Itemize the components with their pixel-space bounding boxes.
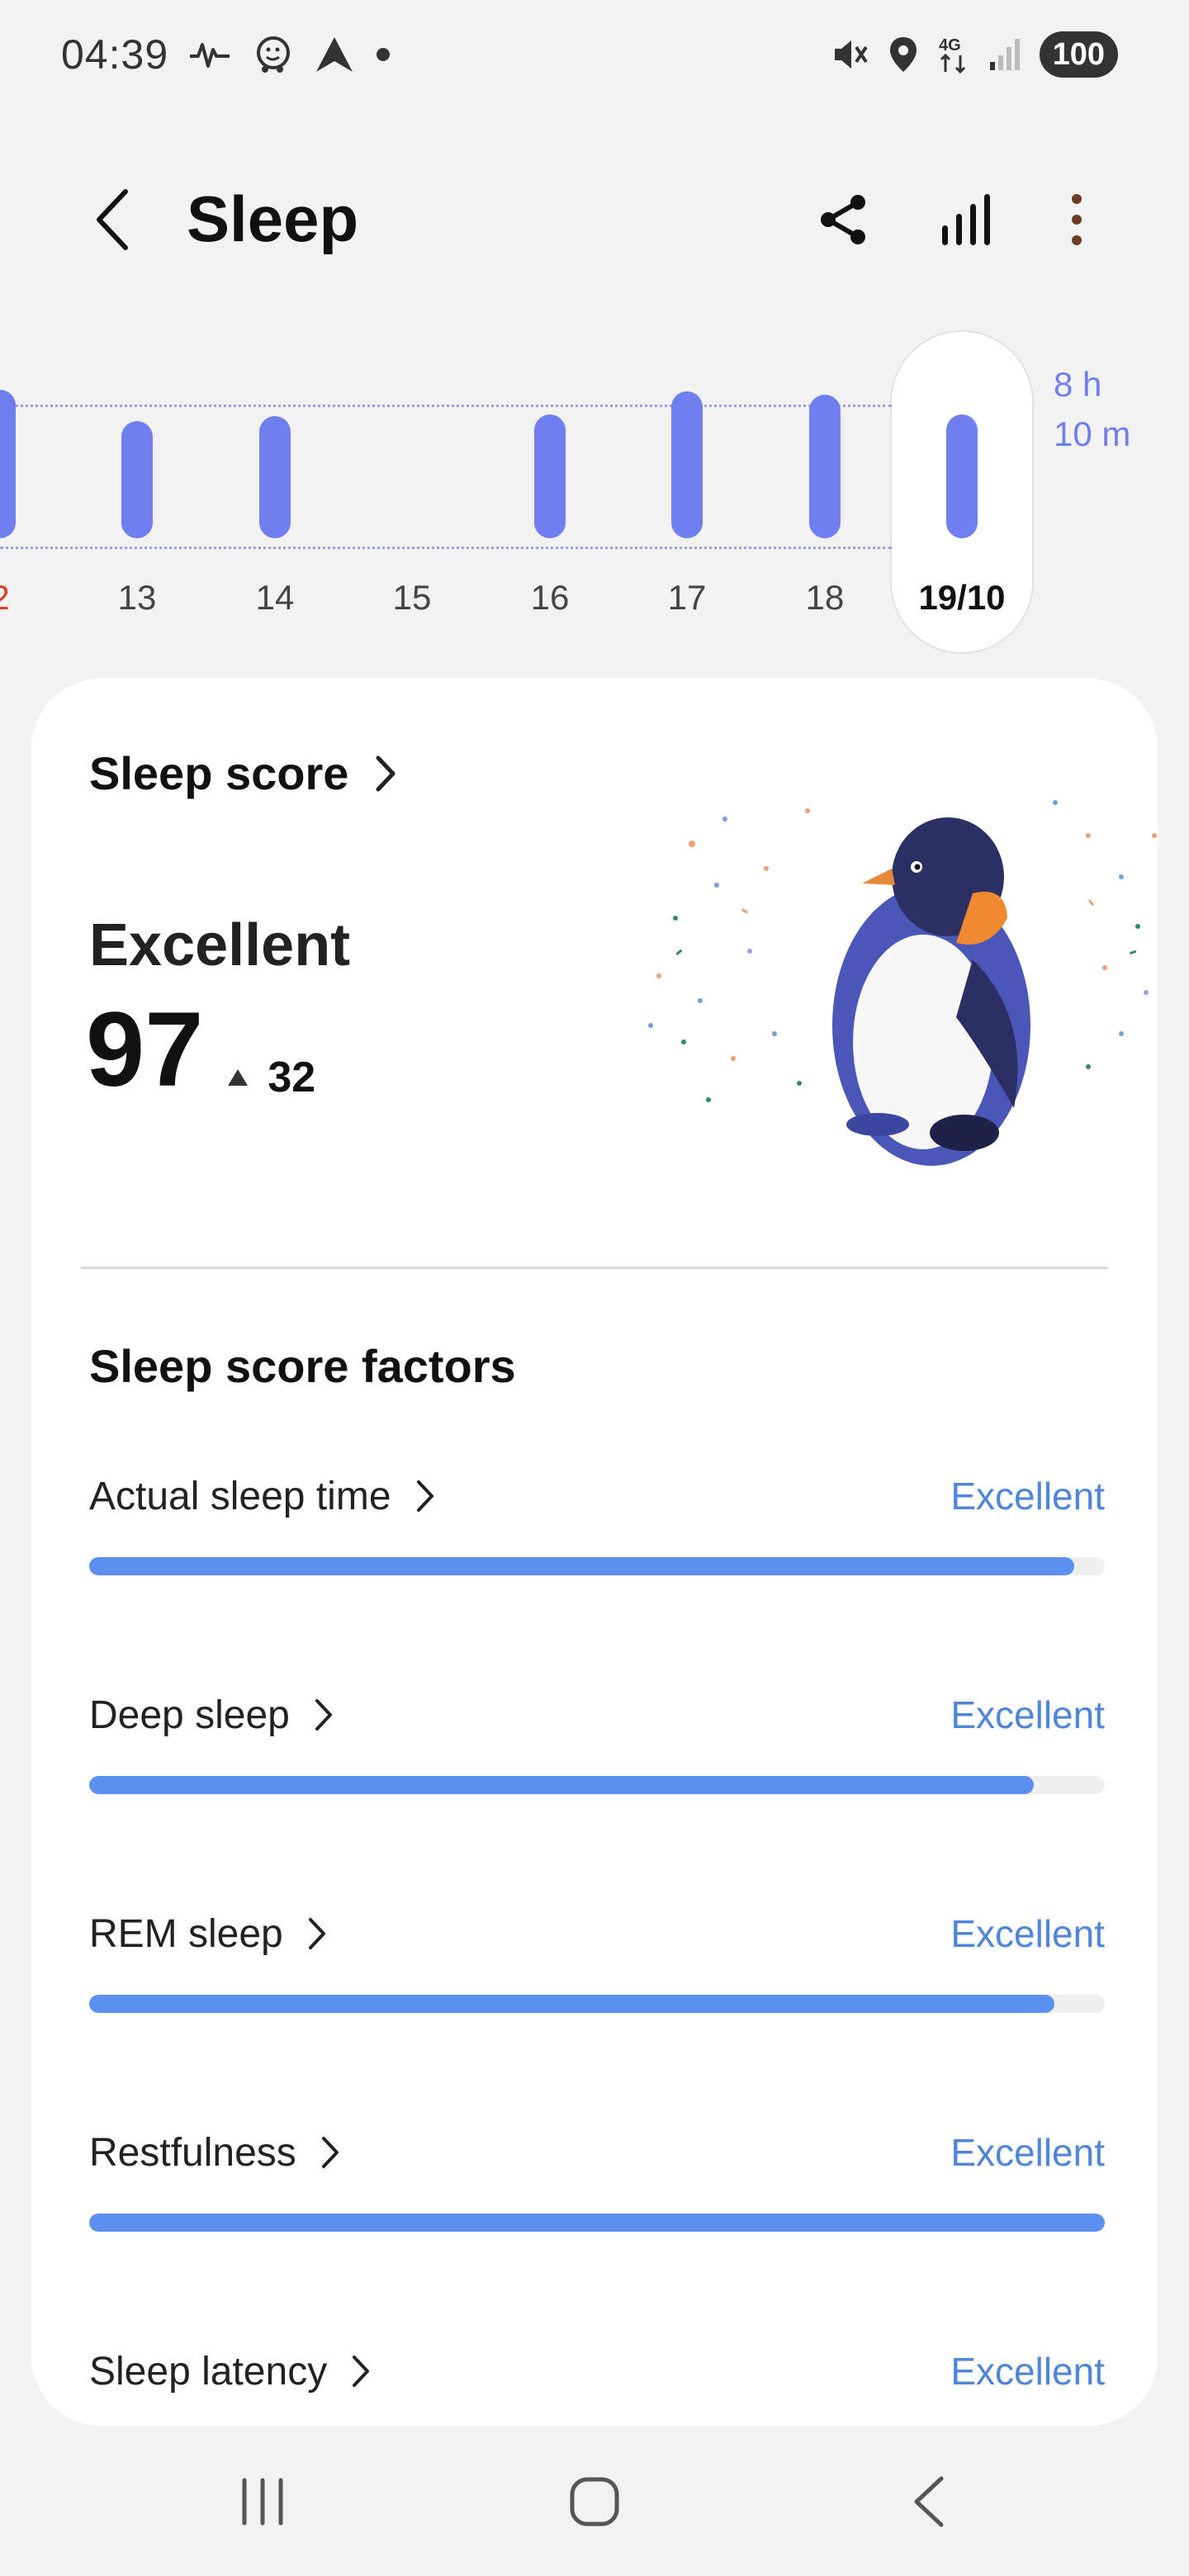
factor-deep-sleep[interactable]: Deep sleep Excellent: [89, 1690, 1105, 1794]
factor-restfulness[interactable]: Restfulness Excellent: [89, 2128, 1105, 2232]
factor-progress-fill: [89, 1776, 1034, 1794]
sleep-bar-19[interactable]: [946, 414, 978, 538]
status-right: 4G 100: [831, 31, 1118, 78]
chevron-right-icon: [353, 2356, 370, 2387]
sleep-bar-16[interactable]: [534, 414, 566, 538]
sleep-score-card: Sleep score Excellent 97 32 Sleep score …: [31, 679, 1158, 2426]
chart-baseline: [0, 547, 892, 549]
home-button[interactable]: [537, 2460, 652, 2543]
duration-minutes: 10 m: [1054, 414, 1131, 453]
system-nav-bar: [0, 2427, 1189, 2576]
battery-indicator: 100: [1039, 31, 1118, 78]
app-header: Sleep: [0, 149, 1189, 289]
svg-text:4G: 4G: [939, 36, 961, 54]
recent-apps-icon: [242, 2478, 283, 2526]
home-icon: [570, 2477, 619, 2526]
share-button[interactable]: [803, 178, 885, 261]
factor-label: REM sleep: [89, 1911, 283, 1956]
score-row: 97 32: [86, 992, 315, 1108]
sleep-score-title: Sleep score: [89, 747, 349, 799]
day-label[interactable]: 17: [637, 578, 737, 618]
nav-back-button[interactable]: [870, 2460, 986, 2543]
score-value: 97: [86, 991, 204, 1109]
sleep-bar-13[interactable]: [121, 421, 153, 538]
status-bar: 04:39 4G 100: [0, 0, 1189, 109]
chevron-right-icon: [416, 1480, 433, 1512]
sleep-bar-2[interactable]: [0, 390, 16, 538]
sleep-score-link[interactable]: Sleep score: [89, 746, 396, 800]
factor-progress-fill: [89, 1557, 1075, 1575]
factor-label: Actual sleep time: [89, 1474, 391, 1518]
triangle-up-icon: [228, 1069, 249, 1086]
recent-apps-button[interactable]: [205, 2460, 320, 2543]
back-icon: [97, 189, 128, 250]
factor-label: Restfulness: [89, 2130, 296, 2175]
day-label[interactable]: 13: [88, 578, 187, 618]
signal-icon: [988, 37, 1021, 72]
waze-icon: [251, 33, 294, 76]
factor-progress-fill: [89, 1995, 1054, 2013]
day-label[interactable]: 14: [225, 578, 324, 618]
sleep-duration-label: 8 h 10 m: [1054, 360, 1130, 459]
page-title: Sleep: [187, 182, 359, 255]
more-icon: [1072, 194, 1082, 245]
back-nav-icon: [914, 2476, 944, 2527]
chart-target-line: [0, 405, 892, 407]
duration-hours: 8 h: [1054, 365, 1102, 404]
factor-status: Excellent: [950, 1693, 1105, 1736]
factor-status: Excellent: [950, 2350, 1105, 2393]
day-label[interactable]: 2: [0, 578, 50, 618]
chevron-right-icon: [321, 2137, 339, 2168]
factor-label: Deep sleep: [89, 1693, 290, 1737]
score-delta-value: 32: [268, 1054, 316, 1101]
factor-progress-track: [89, 1776, 1105, 1794]
factor-progress-track: [89, 1557, 1105, 1575]
factor-sleep-latency[interactable]: Sleep latency Excellent: [89, 2346, 1105, 2426]
mute-icon: [831, 36, 869, 73]
sleep-bar-14[interactable]: [259, 416, 291, 538]
status-time: 04:39: [61, 31, 169, 78]
chevron-right-icon: [376, 755, 396, 791]
factor-actual-sleep-time[interactable]: Actual sleep time Excellent: [89, 1471, 1105, 1575]
factor-progress-fill: [89, 2214, 1105, 2232]
week-sleep-chart: 2 13 14 15 16 17 18 19/10 8 h 10 m: [0, 322, 1189, 669]
status-left: 04:39: [61, 31, 391, 78]
day-label[interactable]: 16: [500, 578, 599, 618]
navigation-icon: [314, 35, 355, 74]
stats-button[interactable]: [925, 178, 1007, 261]
sleep-bar-18[interactable]: [809, 395, 841, 538]
chevron-right-icon: [308, 1918, 325, 1949]
factor-status: Excellent: [950, 1475, 1105, 1518]
penguin-illustration: [648, 800, 1157, 1166]
chevron-right-icon: [315, 1699, 332, 1731]
score-delta: 32: [228, 1053, 315, 1102]
factors-title: Sleep score factors: [89, 1340, 516, 1392]
activity-icon: [188, 38, 231, 71]
sleep-bar-17[interactable]: [671, 391, 703, 538]
location-icon: [888, 36, 919, 73]
back-button[interactable]: [79, 178, 145, 261]
more-options-button[interactable]: [1035, 178, 1118, 261]
divider: [81, 1267, 1108, 1269]
network-icon: 4G: [937, 34, 970, 75]
factor-status: Excellent: [950, 1912, 1105, 1955]
penguin: [832, 817, 1030, 1166]
factor-status: Excellent: [950, 2131, 1105, 2174]
share-icon: [821, 195, 865, 244]
day-label[interactable]: 18: [775, 578, 874, 618]
factor-label: Sleep latency: [89, 2349, 328, 2394]
factor-rem-sleep[interactable]: REM sleep Excellent: [89, 1909, 1105, 2013]
selected-day-label[interactable]: 19/10: [912, 578, 1011, 618]
factor-progress-track: [89, 1995, 1105, 2013]
score-rating: Excellent: [89, 912, 351, 978]
factor-progress-track: [89, 2214, 1105, 2232]
dot-icon: [375, 46, 391, 63]
stats-icon: [942, 194, 990, 245]
day-label[interactable]: 15: [362, 578, 462, 618]
